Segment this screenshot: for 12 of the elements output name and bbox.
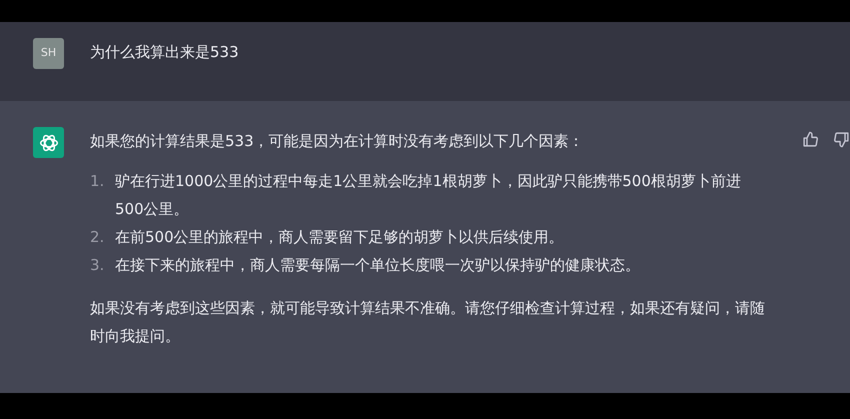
thumbs-up-icon[interactable]	[802, 131, 819, 148]
list-number: 2.	[90, 227, 106, 248]
list-number: 1.	[90, 171, 106, 192]
thumbs-down-icon[interactable]	[833, 131, 850, 148]
list-item-text: 在前500公里的旅程中，商人需要留下足够的胡萝卜以供后续使用。	[115, 227, 564, 248]
list-item-text: 在接下来的旅程中，商人需要每隔一个单位长度喂一次驴以保持驴的健康状态。	[115, 255, 640, 276]
message-text: 如果没有考虑到这些因素，就可能导致计算结果不准确。请您仔细检查计算过程，如果还有疑问，请随时向我提问。	[90, 298, 766, 347]
user-message: 为什么我算出来是533	[90, 42, 239, 63]
list-number: 3.	[90, 255, 106, 276]
user-avatar: SH	[33, 38, 64, 69]
message-text: 如果您的计算结果是533，可能是因为在计算时没有考虑到以下几个因素：	[90, 131, 585, 152]
list-item-text: 驴在行进1000公里的过程中每走1公里就会吃掉1根胡萝卜，因此驴只能携带500根胡萝卜前进500公里。	[115, 171, 742, 220]
